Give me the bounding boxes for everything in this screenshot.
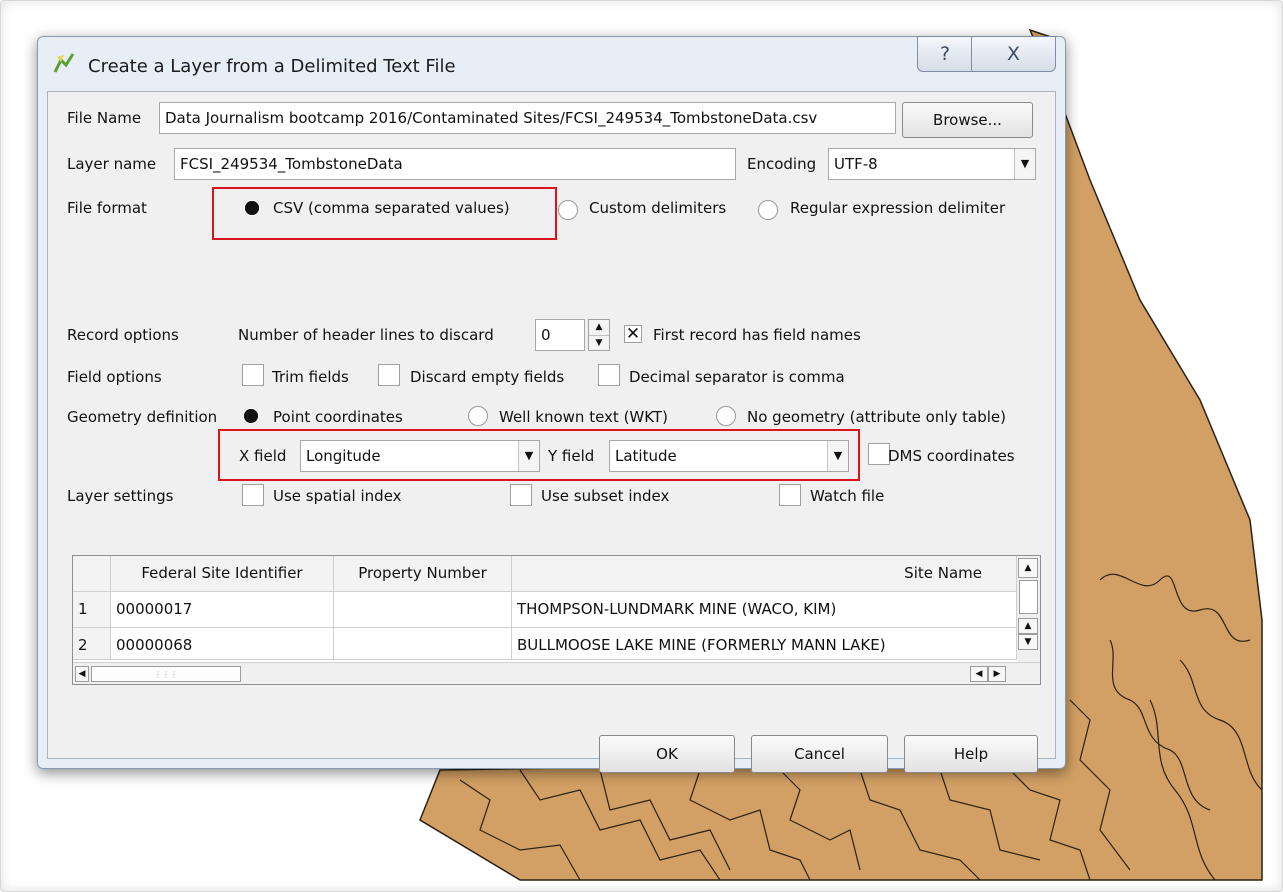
decimal-comma-label[interactable]: Decimal separator is comma bbox=[629, 368, 845, 386]
chevron-down-icon: ▼ bbox=[1014, 149, 1035, 179]
layer-name-label: Layer name bbox=[67, 155, 157, 173]
table-cell[interactable]: 00000017 bbox=[111, 592, 334, 628]
dialog-title: Create a Layer from a Delimited Text Fil… bbox=[88, 56, 456, 77]
decimal-comma-checkbox[interactable] bbox=[598, 364, 620, 386]
subset-index-label[interactable]: Use subset index bbox=[541, 487, 669, 505]
column-header[interactable]: Site Name bbox=[512, 556, 1017, 592]
record-options-label: Record options bbox=[67, 326, 179, 344]
wkt-label[interactable]: Well known text (WKT) bbox=[499, 408, 668, 426]
highlight-box-xy-fields bbox=[218, 429, 860, 481]
table-cell[interactable] bbox=[334, 628, 512, 660]
file-name-label: File Name bbox=[67, 109, 142, 127]
table-cell[interactable]: THOMPSON-LUNDMARK MINE (WACO, KIM) bbox=[512, 592, 1017, 628]
table-cell[interactable]: 00000068 bbox=[111, 628, 334, 660]
encoding-select[interactable]: UTF-8 ▼ bbox=[828, 148, 1036, 180]
file-name-field[interactable]: Data Journalism bootcamp 2016/Contaminat… bbox=[159, 102, 896, 134]
radio-custom-delimiters[interactable] bbox=[558, 200, 578, 220]
header-lines-stepper[interactable]: ▲ ▼ bbox=[588, 319, 610, 351]
radio-point-coordinates[interactable] bbox=[243, 408, 259, 424]
table-cell[interactable] bbox=[334, 592, 512, 628]
highlight-box-file-format bbox=[212, 187, 557, 240]
file-name-value: Data Journalism bootcamp 2016/Contaminat… bbox=[165, 109, 818, 127]
table-corner bbox=[73, 556, 111, 592]
browse-button[interactable]: Browse... bbox=[902, 102, 1033, 138]
help-icon[interactable]: ? bbox=[917, 36, 973, 72]
scroll-left-icon[interactable]: ◀ bbox=[75, 666, 89, 682]
dialog-titlebar[interactable]: Create a Layer from a Delimited Text Fil… bbox=[38, 36, 1065, 91]
spin-down-icon[interactable]: ▼ bbox=[589, 336, 609, 351]
layer-settings-label: Layer settings bbox=[67, 487, 174, 505]
custom-delimiters-label[interactable]: Custom delimiters bbox=[589, 199, 726, 217]
row-number[interactable]: 2 bbox=[73, 628, 111, 660]
scroll-up-icon[interactable]: ▲ bbox=[1018, 558, 1038, 578]
encoding-label: Encoding bbox=[747, 155, 817, 173]
scroll-down-icon[interactable]: ▼ bbox=[1018, 634, 1038, 650]
watch-file-label[interactable]: Watch file bbox=[810, 487, 884, 505]
dialog-body: File Name Data Journalism bootcamp 2016/… bbox=[47, 91, 1056, 773]
trim-fields-checkbox[interactable] bbox=[242, 364, 264, 386]
header-lines-spinbox[interactable]: 0 bbox=[535, 319, 585, 351]
ok-button[interactable]: OK bbox=[599, 735, 735, 773]
discard-empty-label[interactable]: Discard empty fields bbox=[410, 368, 564, 386]
help-glyph: ? bbox=[939, 43, 951, 65]
horizontal-scrollbar[interactable]: ◀ ⋮⋮⋮ ◀ ▶ bbox=[73, 662, 1040, 684]
preview-table[interactable]: Federal Site Identifier Property Number … bbox=[72, 555, 1041, 685]
close-glyph: X bbox=[1006, 43, 1021, 65]
table-cell[interactable]: BULLMOOSE LAKE MINE (FORMERLY MANN LAKE) bbox=[512, 628, 1017, 660]
encoding-value: UTF-8 bbox=[834, 155, 878, 173]
first-record-label[interactable]: First record has field names bbox=[653, 326, 861, 344]
row-number[interactable]: 1 bbox=[73, 592, 111, 628]
scrollbar-thumb[interactable] bbox=[1019, 580, 1038, 614]
header-lines-label: Number of header lines to discard bbox=[238, 326, 494, 344]
first-record-checkbox[interactable]: ✕ bbox=[624, 325, 642, 343]
radio-wkt[interactable] bbox=[468, 406, 488, 426]
qgis-app-icon bbox=[53, 53, 75, 73]
column-header[interactable]: Federal Site Identifier bbox=[111, 556, 334, 592]
radio-regex-delimiter[interactable] bbox=[758, 200, 778, 220]
scrollbar-thumb[interactable]: ⋮⋮⋮ bbox=[91, 666, 241, 682]
field-options-label: Field options bbox=[67, 368, 162, 386]
scroll-right-icon[interactable]: ▶ bbox=[988, 666, 1006, 682]
spin-up-icon[interactable]: ▲ bbox=[589, 320, 609, 336]
close-icon[interactable]: X bbox=[971, 36, 1056, 72]
discard-empty-checkbox[interactable] bbox=[378, 364, 400, 386]
scroll-left-icon[interactable]: ◀ bbox=[970, 666, 988, 682]
vertical-scrollbar[interactable]: ▲ ▲ ▼ bbox=[1017, 556, 1040, 664]
point-coordinates-label[interactable]: Point coordinates bbox=[273, 408, 403, 426]
column-header[interactable]: Property Number bbox=[334, 556, 512, 592]
radio-no-geometry[interactable] bbox=[716, 406, 736, 426]
layer-name-field[interactable]: FCSI_249534_TombstoneData bbox=[174, 148, 736, 180]
no-geometry-label[interactable]: No geometry (attribute only table) bbox=[747, 408, 1006, 426]
dms-coordinates-label[interactable]: DMS coordinates bbox=[888, 447, 1015, 465]
regex-delimiter-label[interactable]: Regular expression delimiter bbox=[790, 199, 1005, 217]
file-format-label: File format bbox=[67, 199, 147, 217]
delimited-text-dialog: Create a Layer from a Delimited Text Fil… bbox=[37, 36, 1066, 773]
geometry-definition-label: Geometry definition bbox=[67, 408, 218, 426]
subset-index-checkbox[interactable] bbox=[510, 484, 532, 506]
scroll-up-icon[interactable]: ▲ bbox=[1018, 618, 1038, 634]
cancel-button[interactable]: Cancel bbox=[751, 735, 888, 773]
dms-coordinates-checkbox[interactable] bbox=[868, 443, 890, 465]
spatial-index-checkbox[interactable] bbox=[242, 484, 264, 506]
trim-fields-label[interactable]: Trim fields bbox=[272, 368, 349, 386]
spatial-index-label[interactable]: Use spatial index bbox=[273, 487, 402, 505]
watch-file-checkbox[interactable] bbox=[779, 484, 801, 506]
help-button[interactable]: Help bbox=[904, 735, 1038, 773]
